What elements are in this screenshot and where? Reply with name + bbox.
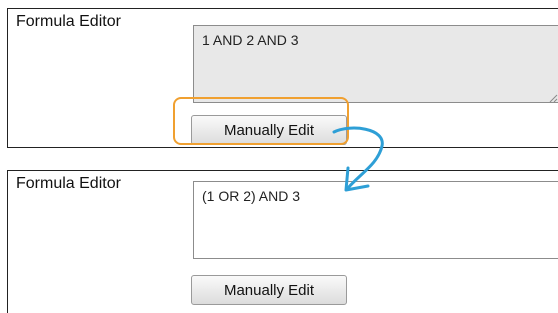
resize-grip-icon <box>549 94 558 103</box>
manually-edit-button[interactable]: Manually Edit <box>191 275 347 305</box>
formula-textarea-readonly: 1 AND 2 AND 3 <box>193 25 558 103</box>
formula-editor-panel-editable: Formula Editor (1 OR 2) AND 3 Manually E… <box>7 170 558 313</box>
formula-editor-label: Formula Editor <box>16 13 121 30</box>
formula-editor-label: Formula Editor <box>16 175 121 192</box>
curved-arrow-icon <box>332 126 384 192</box>
